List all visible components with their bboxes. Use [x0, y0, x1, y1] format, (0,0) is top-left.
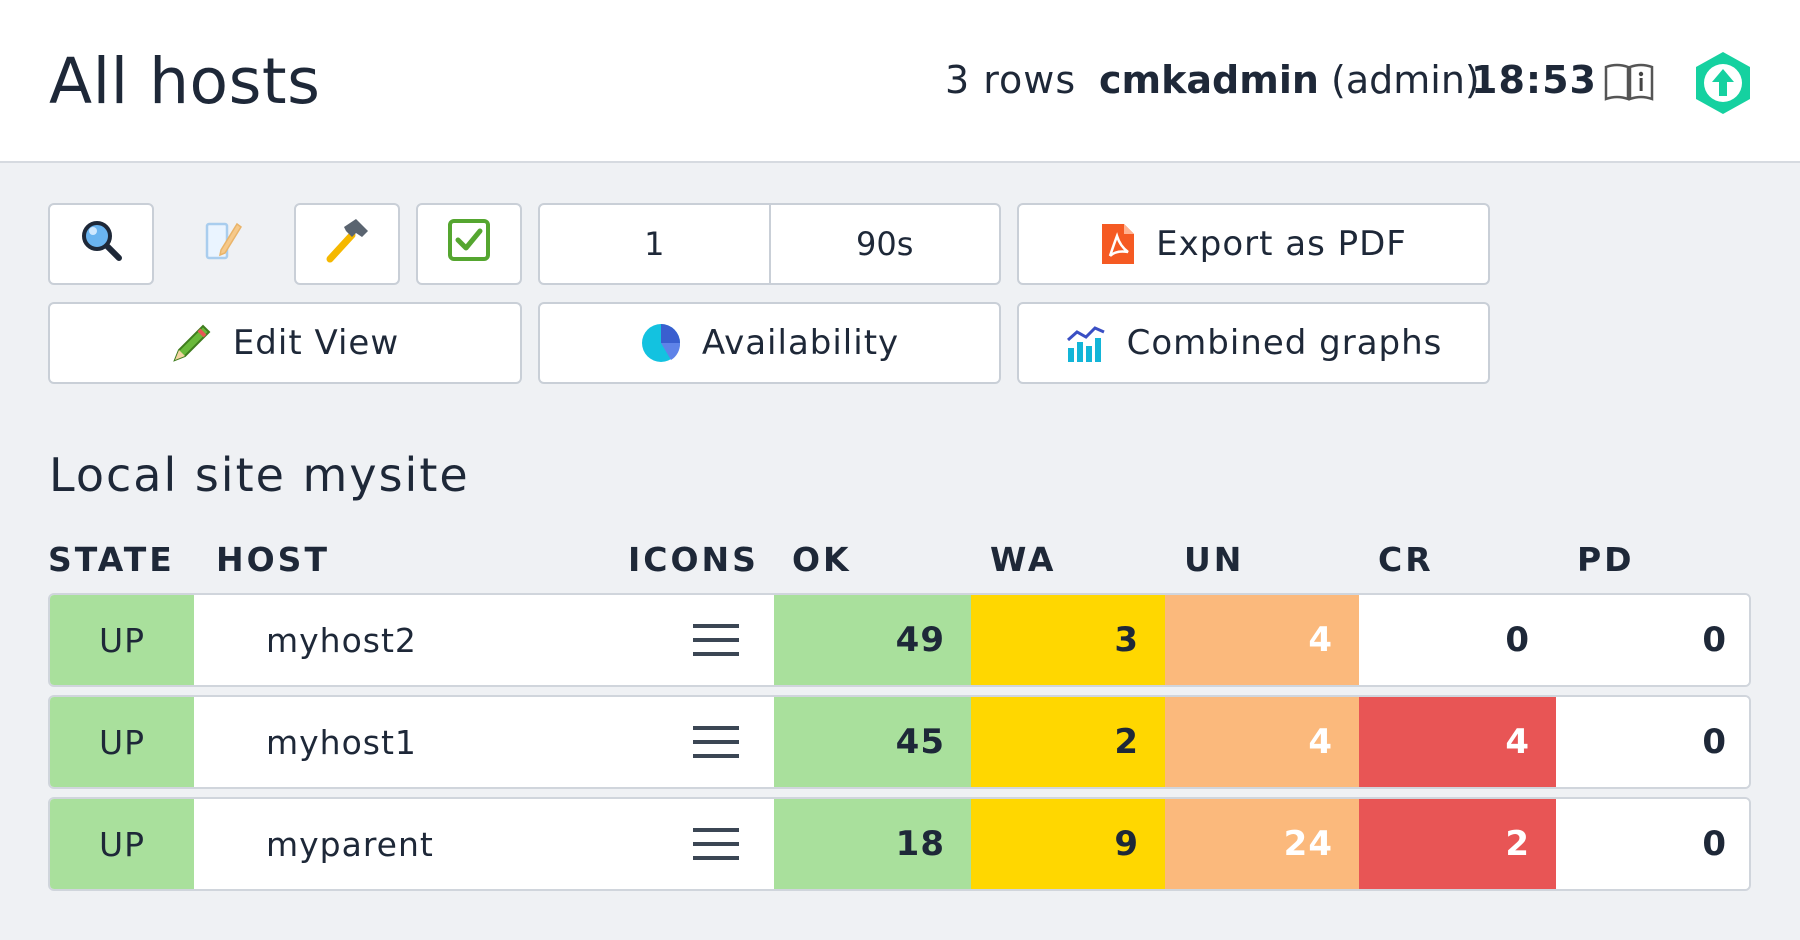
pencil-icon	[171, 322, 213, 364]
column-header-ok[interactable]: OK	[792, 540, 852, 579]
unknown-count[interactable]: 4	[1165, 595, 1359, 685]
reload-interval[interactable]: 90s	[768, 205, 1000, 283]
clock: 18:53	[1471, 58, 1597, 102]
pending-count[interactable]: 0	[1556, 799, 1749, 889]
table-row: UP myparent 18 9 24 2 0	[48, 797, 1751, 891]
pdf-icon	[1100, 222, 1136, 266]
warn-count[interactable]: 3	[971, 595, 1165, 685]
reload-selector[interactable]: 1 90s	[538, 203, 1001, 285]
warn-count[interactable]: 9	[971, 799, 1165, 889]
ok-count[interactable]: 45	[774, 697, 971, 787]
row-count: 3 rows	[945, 58, 1077, 102]
ok-count[interactable]: 49	[774, 595, 971, 685]
book-icon[interactable]	[1603, 61, 1655, 103]
combined-graphs-label: Combined graphs	[1126, 323, 1443, 363]
user-info[interactable]: cmkadmin (admin)	[1099, 52, 1480, 108]
pie-chart-icon	[640, 322, 682, 364]
state-badge: UP	[50, 697, 194, 787]
unknown-count[interactable]: 24	[1165, 799, 1359, 889]
state-badge: UP	[50, 595, 194, 685]
section-title: Local site mysite	[49, 448, 470, 502]
username: cmkadmin	[1099, 58, 1319, 102]
crit-count[interactable]: 4	[1359, 697, 1556, 787]
search-button[interactable]	[48, 203, 154, 285]
column-header-crit[interactable]: CR	[1378, 540, 1434, 579]
host-link[interactable]: myhost2	[194, 595, 594, 685]
commands-button[interactable]	[294, 203, 400, 285]
availability-button[interactable]: Availability	[538, 302, 1001, 384]
host-link[interactable]: myparent	[194, 799, 594, 889]
column-header-icons: ICONS	[628, 540, 759, 579]
ok-count[interactable]: 18	[774, 799, 971, 889]
reload-count[interactable]: 1	[540, 205, 769, 283]
pencil-page-icon	[201, 216, 245, 273]
availability-label: Availability	[701, 323, 900, 363]
checkbox-icon	[446, 217, 492, 272]
hammer-icon	[322, 215, 372, 274]
combined-graphs-button[interactable]: Combined graphs	[1017, 302, 1490, 384]
edit-page-button[interactable]	[170, 203, 276, 285]
user-role: (admin)	[1331, 58, 1480, 102]
warn-count[interactable]: 2	[971, 697, 1165, 787]
column-header-host[interactable]: HOST	[216, 540, 330, 579]
table-row: UP myhost1 45 2 4 4 0	[48, 695, 1751, 789]
column-header-pending[interactable]: PD	[1577, 540, 1635, 579]
pending-count[interactable]: 0	[1556, 697, 1749, 787]
page-header: All hosts 3 rows cmkadmin (admin) 18:53	[0, 0, 1800, 163]
search-icon	[77, 216, 125, 273]
crit-count[interactable]: 2	[1359, 799, 1556, 889]
host-link[interactable]: myhost1	[194, 697, 594, 787]
export-pdf-button[interactable]: Export as PDF	[1017, 203, 1490, 285]
checkmk-logo[interactable]	[1693, 50, 1753, 116]
page-title: All hosts	[49, 45, 321, 118]
unknown-count[interactable]: 4	[1165, 697, 1359, 787]
edit-view-label: Edit View	[232, 323, 400, 363]
select-checkbox-button[interactable]	[416, 203, 522, 285]
state-badge: UP	[50, 799, 194, 889]
pending-count[interactable]: 0	[1556, 595, 1749, 685]
graph-icon	[1065, 322, 1107, 364]
export-pdf-label: Export as PDF	[1156, 224, 1407, 264]
edit-view-button[interactable]: Edit View	[48, 302, 522, 384]
table-row: UP myhost2 49 3 4 0 0	[48, 593, 1751, 687]
crit-count[interactable]: 0	[1359, 595, 1556, 685]
column-header-unknown[interactable]: UN	[1184, 540, 1244, 579]
column-header-state[interactable]: STATE	[48, 540, 175, 579]
column-header-warn[interactable]: WA	[990, 540, 1056, 579]
